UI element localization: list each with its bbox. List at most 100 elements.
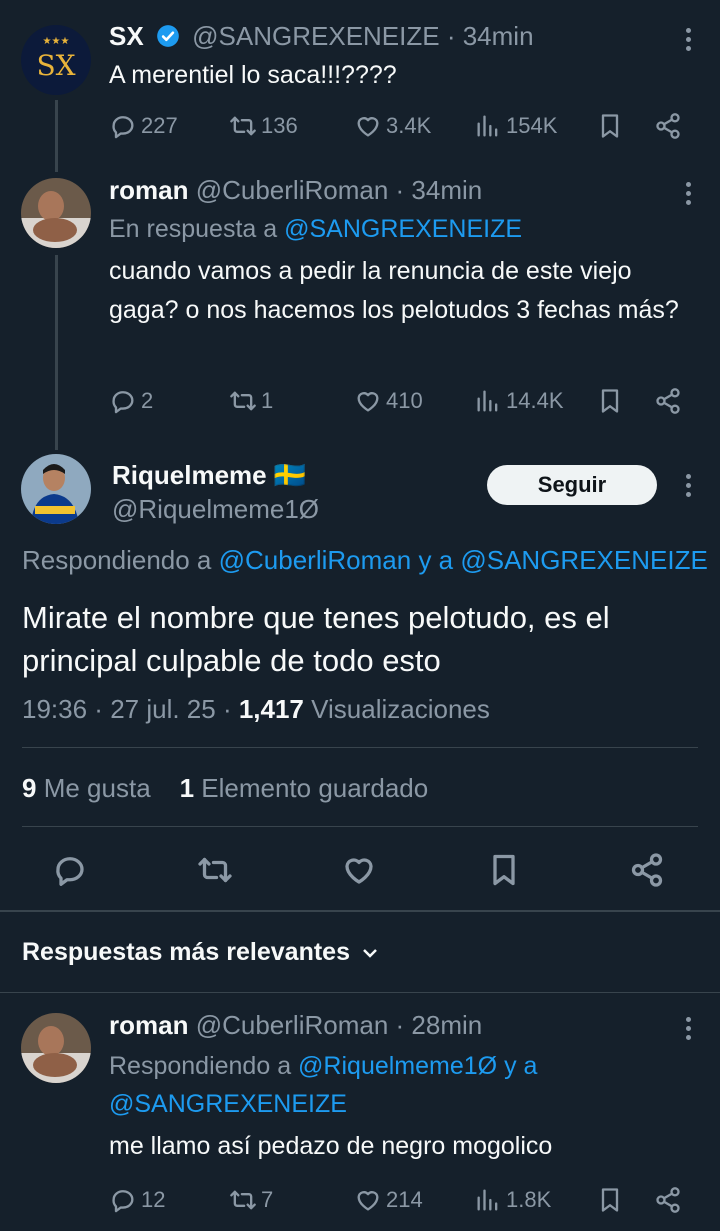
- retweet-button[interactable]: 7: [229, 1183, 273, 1217]
- more-options-icon[interactable]: [686, 474, 692, 501]
- retweet-count: 1: [261, 388, 274, 413]
- author-name: Riquelmeme: [112, 460, 267, 490]
- tweet-date[interactable]: 27 jul. 25: [110, 694, 216, 724]
- replying-conj: y a: [418, 545, 454, 575]
- replying-to-link[interactable]: @SANGREXENEIZE: [109, 1090, 347, 1118]
- thread-line: [55, 255, 58, 450]
- engagement-stats: 9 Me gusta 1 Elemento guardado: [22, 773, 428, 804]
- bookmark-button[interactable]: [484, 848, 524, 892]
- views-count: 1,417: [238, 694, 304, 724]
- author-name[interactable]: roman: [109, 1010, 188, 1040]
- avatar[interactable]: [21, 178, 91, 248]
- replying-prefix: Respondiendo a: [22, 545, 212, 575]
- like-button[interactable]: 410: [354, 384, 423, 418]
- share-icon: [656, 1187, 680, 1213]
- tweet-header: SX @SANGREXENEIZE · 34min: [109, 20, 660, 56]
- tweet-text: me llamo así pedazo de negro mogolico: [109, 1132, 553, 1160]
- retweet-icon: [230, 1190, 256, 1210]
- bookmark-button[interactable]: [596, 384, 624, 418]
- tweet-header: roman @CuberliRoman · 34min: [109, 174, 660, 206]
- heart-icon: [357, 1191, 379, 1211]
- replying-to-link[interactable]: @SANGREXENEIZE: [460, 545, 707, 575]
- tweet-time[interactable]: 19:36: [22, 694, 87, 724]
- heart-icon: [357, 392, 379, 412]
- avatar[interactable]: [21, 454, 91, 524]
- share-button[interactable]: [654, 384, 682, 418]
- share-icon: [656, 388, 680, 414]
- share-button[interactable]: [654, 109, 682, 143]
- verified-badge-icon: [155, 23, 181, 56]
- views-button[interactable]: 154K: [474, 109, 557, 143]
- retweet-count: 136: [261, 113, 298, 138]
- like-count: 214: [386, 1187, 423, 1212]
- reply-icon: [112, 1190, 134, 1213]
- more-options-icon[interactable]: [686, 182, 692, 209]
- likes-label: Me gusta: [43, 773, 151, 803]
- thread-line: [55, 100, 58, 172]
- saved-count: 1: [179, 773, 195, 803]
- avatar[interactable]: ★★★ SX: [21, 25, 91, 95]
- reply-button[interactable]: 2: [109, 384, 153, 418]
- author-handle[interactable]: @CuberliRoman: [196, 1010, 389, 1040]
- more-options-icon[interactable]: [686, 1017, 692, 1044]
- heart-icon: [345, 858, 373, 884]
- author-name[interactable]: SX: [109, 21, 144, 51]
- reply-button[interactable]: 12: [109, 1183, 165, 1217]
- tweet-meta: 19:36 · 27 jul. 25 · 1,417 Visualizacion…: [22, 694, 490, 724]
- like-button[interactable]: 3.4K: [354, 109, 431, 143]
- reply-icon: [112, 391, 134, 414]
- bookmark-button[interactable]: [596, 1183, 624, 1217]
- reply-button[interactable]: 227: [109, 109, 178, 143]
- views-label: Visualizaciones: [311, 694, 490, 724]
- main-tweet-actions: [0, 848, 720, 892]
- tweet-time: · 34min: [446, 21, 534, 51]
- divider: [0, 992, 720, 993]
- saved-stat[interactable]: 1 Elemento guardado: [180, 773, 429, 803]
- reply-count: 227: [141, 113, 178, 138]
- author-handle[interactable]: @SANGREXENEIZE: [192, 21, 439, 51]
- retweet-button[interactable]: 136: [229, 109, 298, 143]
- reply-button[interactable]: [50, 848, 90, 892]
- reply-count: 12: [141, 1187, 166, 1212]
- reply-icon: [112, 116, 134, 139]
- main-author-name[interactable]: Riquelmeme 🇸🇪: [112, 460, 306, 491]
- author-name[interactable]: roman: [109, 175, 188, 205]
- retweet-button[interactable]: [195, 848, 235, 892]
- author-handle[interactable]: @CuberliRoman: [196, 175, 389, 205]
- views-button[interactable]: 14.4K: [474, 384, 564, 418]
- retweet-icon: [230, 116, 256, 136]
- like-button[interactable]: 214: [354, 1183, 423, 1217]
- views-icon: [477, 1189, 498, 1211]
- retweet-icon: [230, 391, 256, 411]
- replying-to-link[interactable]: @Riquelmeme1Ø: [298, 1052, 497, 1080]
- avatar[interactable]: [21, 1013, 91, 1083]
- tweet-time: · 28min: [395, 1010, 483, 1040]
- main-tweet-text: Mirate el nombre que tenes pelotudo, es …: [22, 600, 610, 678]
- share-button[interactable]: [627, 848, 667, 892]
- retweet-button[interactable]: 1: [229, 384, 273, 418]
- saved-label: Elemento guardado: [201, 773, 429, 803]
- bookmark-button[interactable]: [596, 109, 624, 143]
- tweet-actions: 2 1 410 14.4K: [109, 384, 689, 418]
- sort-label: Respuestas más relevantes: [22, 938, 350, 966]
- heart-icon: [357, 117, 379, 137]
- views-icon: [477, 115, 498, 137]
- views-button[interactable]: 1.8K: [474, 1183, 551, 1217]
- share-icon: [656, 113, 680, 139]
- share-icon: [631, 853, 663, 887]
- more-options-icon[interactable]: [686, 28, 692, 55]
- main-author-handle[interactable]: @Riquelmeme1Ø: [112, 494, 319, 525]
- tweet-text: cuando vamos a pedir la renuncia de este…: [109, 257, 679, 324]
- bookmark-icon: [601, 114, 619, 138]
- replying-to: En respuesta a @SANGREXENEIZE: [109, 213, 660, 245]
- likes-stat[interactable]: 9 Me gusta: [22, 773, 158, 803]
- follow-button[interactable]: Seguir: [487, 465, 657, 505]
- views-count: 14.4K: [506, 388, 564, 413]
- tweet-text: A merentiel lo saca!!!????: [109, 61, 397, 89]
- replying-to-link[interactable]: @SANGREXENEIZE: [284, 215, 522, 243]
- replies-sort-dropdown[interactable]: Respuestas más relevantes: [22, 938, 380, 967]
- like-button[interactable]: [339, 848, 379, 892]
- bookmark-icon: [493, 854, 515, 886]
- share-button[interactable]: [654, 1183, 682, 1217]
- replying-to-link[interactable]: @CuberliRoman: [219, 545, 412, 575]
